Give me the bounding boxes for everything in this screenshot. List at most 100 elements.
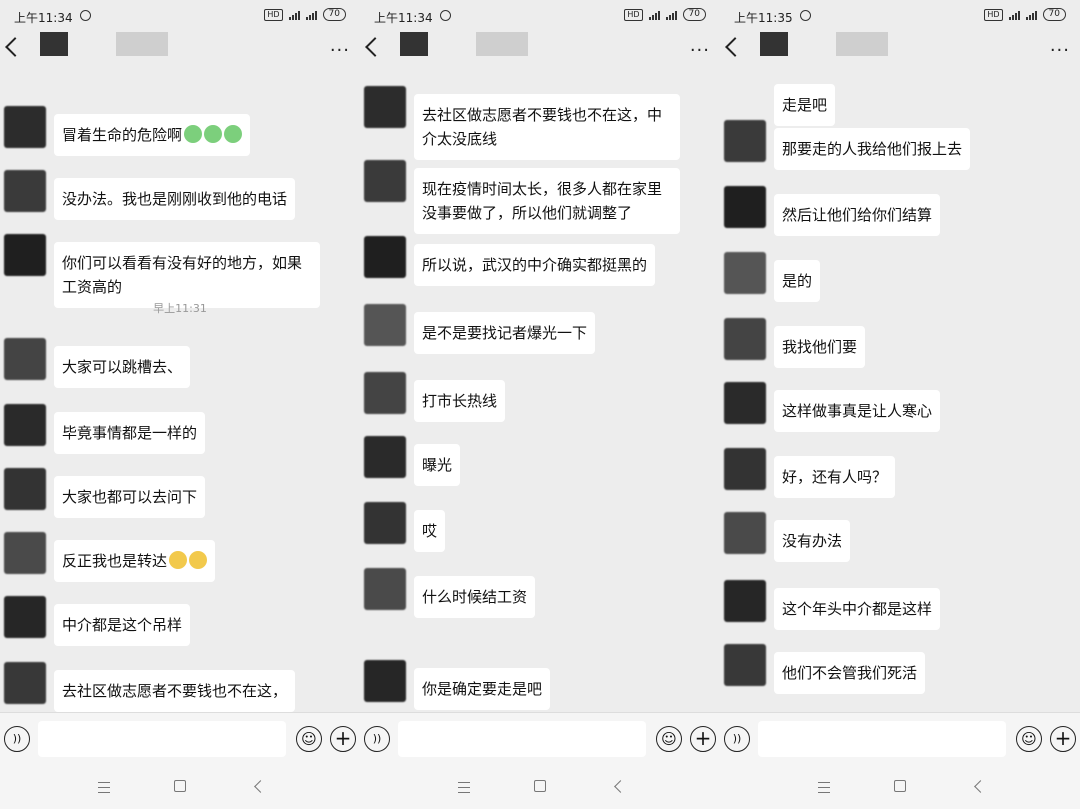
message-bubble[interactable]: 没有办法	[774, 520, 851, 562]
message-bubble[interactable]: 好，还有人吗？	[774, 456, 896, 498]
message-bubble[interactable]: 去社区做志愿者不要钱也不在这，	[54, 670, 296, 712]
avatar[interactable]	[364, 660, 406, 702]
status-icons: HD 70	[984, 8, 1066, 21]
input-bar: )) ☺ +	[0, 712, 360, 765]
emoji-icon[interactable]: ☺	[296, 726, 322, 752]
message-bubble[interactable]: 没办法。我也是刚刚收到他的电话	[54, 178, 296, 220]
message-bubble[interactable]: 打市长热线	[414, 380, 506, 422]
message-bubble[interactable]: 然后让他们给你们结算	[774, 194, 941, 236]
message-bubble[interactable]: 你是确定要走是吧	[414, 668, 551, 710]
avatar[interactable]	[364, 436, 406, 478]
avatar[interactable]	[4, 468, 46, 510]
message-text: 中介都是这个吊样	[62, 616, 183, 634]
voice-icon[interactable]: ))	[4, 726, 30, 752]
avatar[interactable]	[724, 382, 766, 424]
plus-icon[interactable]: +	[1050, 726, 1076, 752]
avatar[interactable]	[724, 644, 766, 686]
message-bubble[interactable]: 是不是要找记者爆光一下	[414, 312, 596, 354]
message-text: 你们可以看看有没有好的地方，如果工资高的	[62, 254, 303, 296]
avatar[interactable]	[724, 120, 766, 162]
voice-icon[interactable]: ))	[364, 726, 390, 752]
avatar[interactable]	[364, 502, 406, 544]
message-bubble[interactable]: 中介都是这个吊样	[54, 604, 191, 646]
message-bubble[interactable]: 什么时候结工资	[414, 576, 536, 618]
avatar[interactable]	[4, 404, 46, 446]
message-bubble[interactable]: 毕竟事情都是一样的	[54, 412, 206, 454]
message-bubble[interactable]: 那要走的人我给他们报上去	[774, 128, 971, 170]
avatar[interactable]	[4, 596, 46, 638]
avatar[interactable]	[724, 512, 766, 554]
message-text: 是的	[782, 272, 813, 290]
message-bubble[interactable]: 反正我也是转达	[54, 540, 216, 582]
avatar[interactable]	[364, 86, 406, 128]
message-bubble[interactable]: 我找他们要	[774, 326, 866, 368]
menu-icon[interactable]	[458, 782, 470, 793]
emoji-icon[interactable]: ☺	[1016, 726, 1042, 752]
message-bubble[interactable]: 大家可以跳槽去、	[54, 346, 191, 388]
signal-icon	[288, 9, 300, 20]
message-input[interactable]	[398, 721, 646, 757]
message-input[interactable]	[758, 721, 1006, 757]
message-bubble[interactable]: 所以说，武汉的中介确实都挺黑的	[414, 244, 656, 286]
emoji-icon[interactable]: ☺	[656, 726, 682, 752]
message-bubble[interactable]: 走是吧	[774, 84, 836, 126]
message-text: 没有办法	[782, 532, 843, 550]
home-icon[interactable]	[174, 780, 186, 792]
avatar[interactable]	[364, 372, 406, 414]
more-icon[interactable]: ···	[1050, 40, 1070, 61]
avatar[interactable]	[724, 186, 766, 228]
menu-icon[interactable]	[818, 782, 830, 793]
home-icon[interactable]	[534, 780, 546, 792]
message-bubble[interactable]: 是的	[774, 260, 821, 302]
nav-back-icon[interactable]	[254, 780, 267, 793]
emoji-icon	[224, 125, 243, 143]
nav-back-icon[interactable]	[974, 780, 987, 793]
signal-icon-2	[665, 9, 677, 20]
message-bubble[interactable]: 哎	[414, 510, 446, 552]
avatar[interactable]	[4, 234, 46, 276]
avatar[interactable]	[364, 304, 406, 346]
back-icon[interactable]	[5, 37, 25, 57]
message-bubble[interactable]: 去社区做志愿者不要钱也不在这，中介太没底线	[414, 94, 680, 160]
avatar[interactable]	[4, 338, 46, 380]
status-time: 上午11:35	[734, 11, 793, 25]
back-icon[interactable]	[365, 37, 385, 57]
avatar[interactable]	[364, 236, 406, 278]
more-icon[interactable]: ···	[330, 40, 350, 61]
plus-icon[interactable]: +	[330, 726, 356, 752]
message-bubble[interactable]: 大家也都可以去问下	[54, 476, 206, 518]
avatar[interactable]	[4, 170, 46, 212]
blurred-title	[400, 32, 428, 56]
avatar[interactable]	[724, 448, 766, 490]
home-icon[interactable]	[894, 780, 906, 792]
message-bubble[interactable]: 曝光	[414, 444, 461, 486]
status-bar: 上午11:34 HD 70	[360, 0, 720, 32]
more-icon[interactable]: ···	[690, 40, 710, 61]
message-bubble[interactable]: 他们不会管我们死活	[774, 652, 926, 694]
message-text: 是不是要找记者爆光一下	[422, 324, 588, 342]
input-bar: )) ☺ +	[360, 712, 720, 765]
avatar[interactable]	[364, 568, 406, 610]
voice-icon[interactable]: ))	[724, 726, 750, 752]
avatar[interactable]	[4, 662, 46, 704]
message-text: 那要走的人我给他们报上去	[782, 140, 963, 158]
avatar[interactable]	[724, 318, 766, 360]
nav-back-icon[interactable]	[614, 780, 627, 793]
plus-icon[interactable]: +	[690, 726, 716, 752]
message-bubble[interactable]: 冒着生命的危险啊	[54, 114, 251, 156]
message-text: 哎	[422, 522, 438, 540]
message-bubble[interactable]: 你们可以看看有没有好的地方，如果工资高的	[54, 242, 320, 308]
back-icon[interactable]	[725, 37, 745, 57]
avatar[interactable]	[4, 532, 46, 574]
avatar[interactable]	[364, 160, 406, 202]
message-bubble[interactable]: 这个年头中介都是这样	[774, 588, 941, 630]
message-input[interactable]	[38, 721, 286, 757]
avatar[interactable]	[724, 580, 766, 622]
message-bubble[interactable]: 现在疫情时间太长，很多人都在家里没事要做了，所以他们就调整了	[414, 168, 680, 234]
status-time: 上午11:34	[14, 11, 73, 25]
message-bubble[interactable]: 这样做事真是让人寒心	[774, 390, 941, 432]
avatar[interactable]	[4, 106, 46, 148]
system-navbar	[0, 764, 360, 809]
avatar[interactable]	[724, 252, 766, 294]
menu-icon[interactable]	[98, 782, 110, 793]
